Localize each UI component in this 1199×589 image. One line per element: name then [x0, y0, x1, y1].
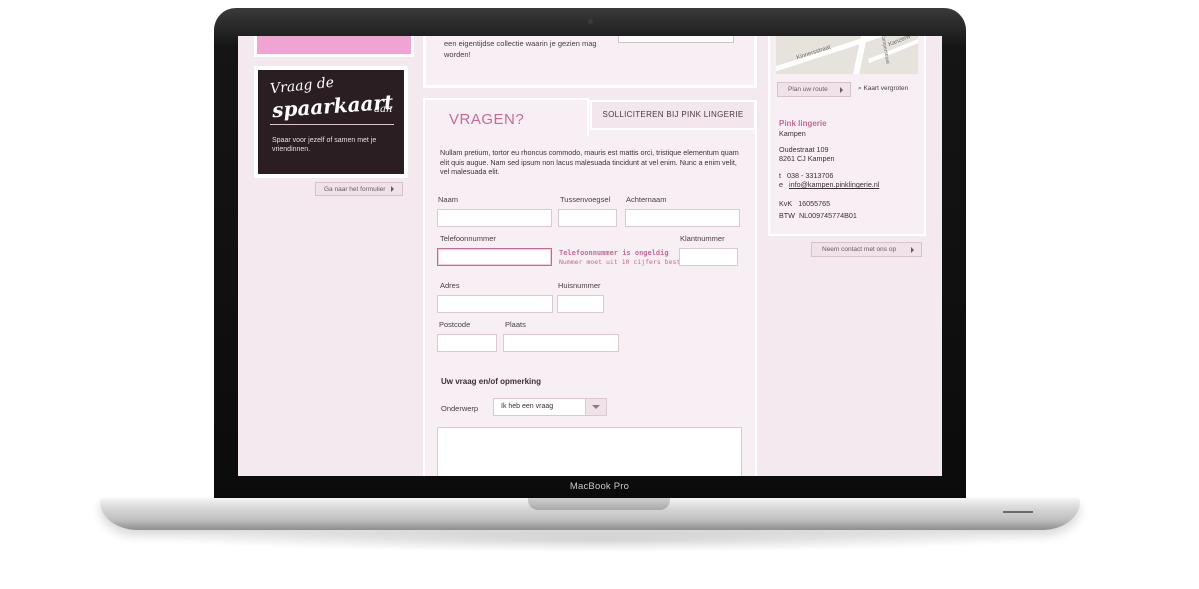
adres-input[interactable] — [437, 295, 553, 313]
message-textarea[interactable] — [437, 427, 742, 476]
laptop-shadow — [170, 528, 1030, 552]
telefoon-input[interactable] — [437, 248, 552, 266]
label-onderwerp: Onderwerp — [441, 404, 479, 413]
laptop-screen: Vraag de spaarkaart aan Spaar voor jezel… — [238, 36, 942, 476]
device-label: MacBook Pro — [569, 481, 630, 492]
label-telefoon: Telefoonnummer — [440, 234, 496, 243]
form-link-label: Ga naar het formulier — [324, 186, 386, 193]
zoom-map-label: Kaart vergroten — [863, 85, 909, 92]
tussenvoegsel-input[interactable] — [558, 209, 617, 227]
email-prefix: e — [779, 180, 783, 189]
contact-button-label: Neem contact met ons op — [822, 246, 897, 253]
contact-button[interactable]: Neem contact met ons op — [811, 242, 922, 257]
card-divider — [270, 124, 394, 125]
huisnummer-input[interactable] — [557, 295, 604, 313]
achternaam-input[interactable] — [625, 209, 740, 227]
label-achternaam: Achternaam — [626, 195, 667, 204]
kvk-value: 16055765 — [798, 199, 831, 208]
card-script-line3: aan — [374, 104, 393, 115]
telefoon-error-message: Nummer moet uit 10 cijfers bestaan. — [559, 258, 696, 266]
zoom-map-link[interactable]: ⌕ Kaart vergroten — [858, 85, 908, 93]
tab-vragen-label: VRAGEN? — [449, 111, 525, 128]
label-naam: Naam — [438, 195, 459, 204]
onderwerp-selected: Ik heb een vraag — [501, 403, 554, 410]
question-section-title: Uw vraag en/of opmerking — [441, 377, 542, 386]
top-select[interactable] — [618, 36, 734, 43]
sleep-indicator — [1003, 511, 1033, 513]
tab-vragen[interactable]: VRAGEN? — [423, 98, 589, 136]
camera-dot — [588, 19, 593, 24]
label-klantnummer: Klantnummer — [680, 234, 725, 243]
business-city: Kampen — [779, 129, 806, 138]
business-name: Pink lingerie — [779, 119, 827, 128]
telefoon-error-title: Telefoonnummer is ongeldig — [559, 249, 669, 257]
postcode-input[interactable] — [437, 334, 497, 352]
magnifier-icon: ⌕ — [858, 85, 862, 92]
btw-label: BTW — [779, 211, 795, 220]
klantnummer-input[interactable] — [679, 248, 738, 266]
chevron-down-icon[interactable] — [585, 399, 606, 415]
form-link-button[interactable]: Ga naar het formulier — [315, 182, 404, 196]
phone-prefix: t — [779, 171, 781, 180]
onderwerp-select[interactable]: Ik heb een vraag — [493, 398, 607, 416]
kvk-row: KvK 16055765 — [779, 199, 830, 209]
laptop-notch — [528, 498, 670, 510]
label-adres: Adres — [440, 281, 460, 290]
card-text: Spaar voor jezelf of samen met je vriend… — [272, 137, 377, 153]
tab-solliciteren[interactable]: SOLLICITEREN BIJ PINK LINGERIE — [590, 100, 756, 130]
arrow-right-icon — [391, 186, 395, 193]
business-email-link[interactable]: info@kampen.pinklingerie.nl — [789, 180, 879, 189]
spaarkaart-card[interactable]: Vraag de spaarkaart aan Spaar voor jezel… — [254, 66, 408, 178]
naam-input[interactable] — [437, 209, 552, 227]
label-postcode: Postcode — [439, 320, 471, 329]
route-button-label: Plan uw route — [788, 86, 828, 93]
map-road-1 — [776, 36, 884, 74]
label-plaats: Plaats — [505, 320, 526, 329]
arrow-right-icon — [911, 247, 914, 253]
spaarkaart-card-inner: Vraag de spaarkaart aan Spaar voor jezel… — [258, 70, 404, 174]
label-huisnummer: Huisnummer — [558, 281, 601, 290]
promo-banner[interactable] — [254, 36, 414, 57]
business-email-row: e info@kampen.pinklingerie.nl — [779, 180, 879, 190]
form-intro: Nullam pretium, tortor eu rhoncus commod… — [440, 148, 739, 176]
label-tussenvoegsel: Tussenvoegsel — [560, 195, 611, 204]
arrow-right-icon — [840, 87, 843, 93]
btw-row: BTW NL009745774B01 — [779, 211, 857, 221]
plaats-input[interactable] — [503, 334, 619, 352]
business-phone[interactable]: 038 - 3313706 — [787, 171, 833, 180]
route-button[interactable]: Plan uw route — [777, 82, 851, 97]
collection-text: een eigentijdse collectie waarin je gezi… — [444, 39, 597, 59]
business-postal: 8261 CJ Kampen — [779, 154, 835, 163]
collection-panel: een eigentijdse collectie waarin je gezi… — [423, 36, 757, 88]
kvk-label: KvK — [779, 199, 793, 208]
location-map[interactable]: Kinnersstraat Kanzerw Kamperstraat — [776, 36, 918, 74]
btw-value: NL009745774B01 — [798, 211, 857, 220]
